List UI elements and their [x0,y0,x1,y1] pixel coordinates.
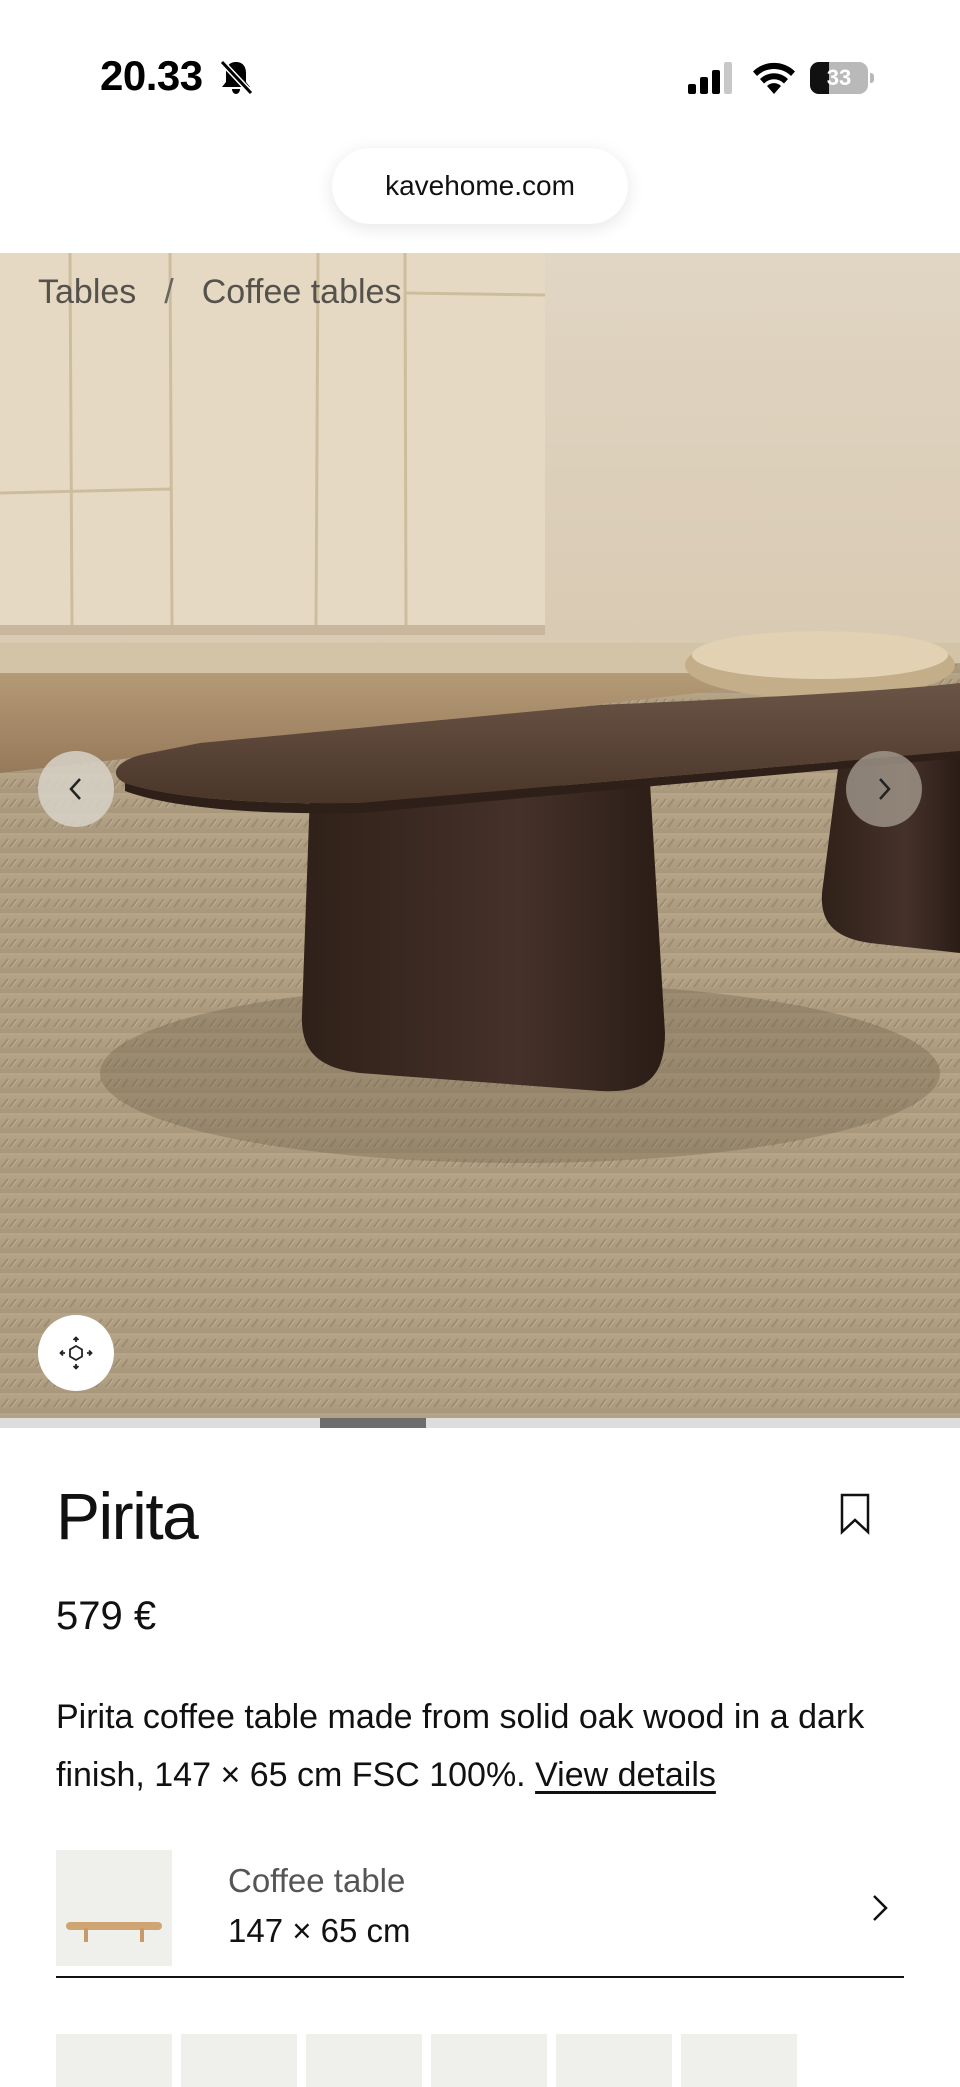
cellular-signal-icon [688,62,732,94]
chevron-right-icon [879,778,891,800]
variant-selector[interactable]: Coffee table 147 × 65 cm [56,1850,904,1978]
breadcrumb-separator: / [164,273,174,311]
product-description: Pirita coffee table made from solid oak … [56,1688,916,1804]
breadcrumb-item-coffee-tables[interactable]: Coffee tables [202,273,402,312]
view-3d-button[interactable] [38,1315,114,1391]
swatch-item[interactable] [431,2034,547,2087]
gallery-prev-button[interactable] [38,751,114,827]
status-bar: 20.33 33 [0,0,960,150]
variant-size: 147 × 65 cm [228,1912,411,1949]
wifi-icon [753,62,795,94]
swatch-list [56,2034,916,2087]
gallery-progress [0,1418,960,1428]
description-text: Pirita coffee table made from solid oak … [56,1698,865,1794]
product-image [0,253,960,1418]
view-details-link[interactable]: View details [535,1756,716,1794]
variant-thumbnail [56,1850,172,1966]
swatch-item[interactable] [56,2034,172,2087]
gallery-next-button[interactable] [846,751,922,827]
product-title: Pirita [56,1479,199,1553]
gallery-progress-thumb [320,1418,426,1428]
status-time: 20.33 [100,52,203,99]
bell-muted-icon [219,59,254,96]
swatch-item[interactable] [681,2034,797,2087]
product-gallery[interactable]: Tables / Coffee tables [0,253,960,1418]
chevron-right-icon [873,1895,888,1921]
bookmark-icon[interactable] [838,1492,872,1536]
swatch-item[interactable] [306,2034,422,2087]
battery-indicator: 33 [810,62,874,94]
breadcrumb: Tables / Coffee tables [38,273,401,312]
address-bar[interactable]: kavehome.com [332,148,628,224]
chevron-left-icon [69,778,81,800]
swatch-item[interactable] [181,2034,297,2087]
product-price: 579 € [56,1594,157,1638]
view-3d-icon [59,1336,93,1370]
breadcrumb-item-tables[interactable]: Tables [38,273,136,312]
swatch-item[interactable] [556,2034,672,2087]
battery-percent: 33 [826,65,852,90]
variant-type: Coffee table [228,1862,406,1899]
